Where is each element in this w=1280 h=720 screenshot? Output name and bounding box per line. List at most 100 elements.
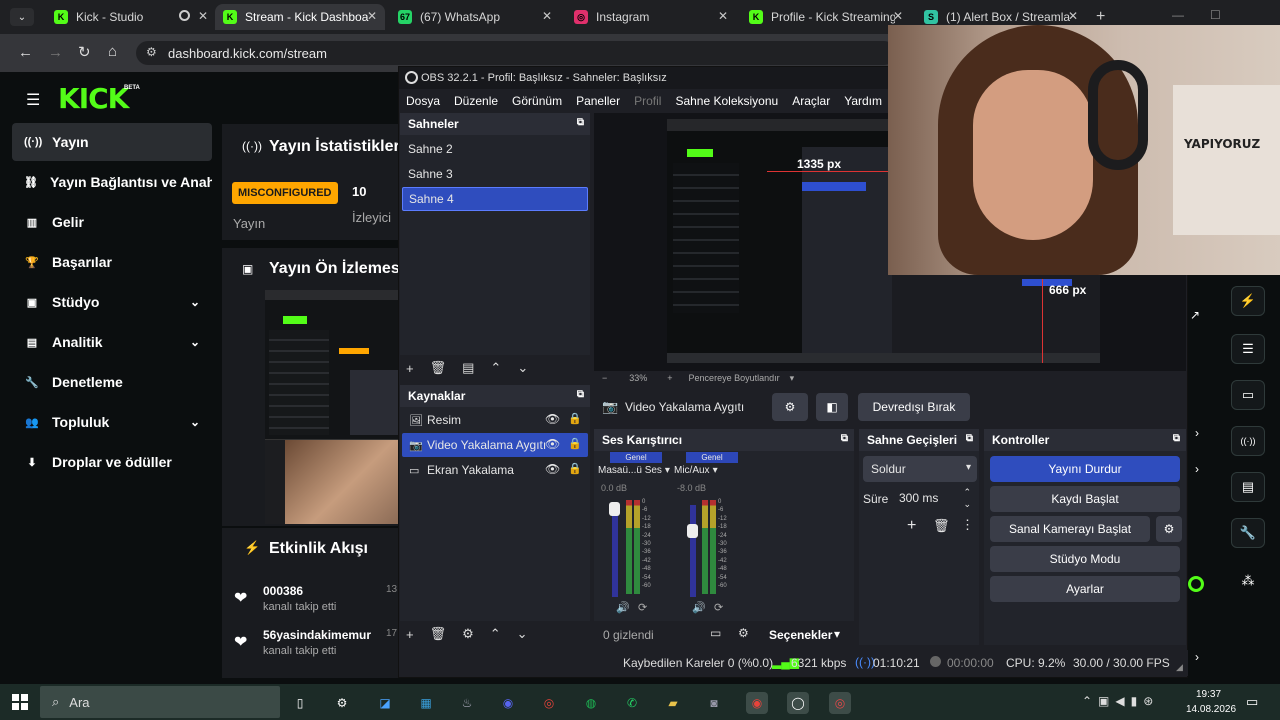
speaker-icon[interactable]: 🔊 [616, 601, 630, 614]
control-button-5[interactable]: Ayarlar [990, 576, 1180, 602]
duration-stepper-icon[interactable]: ⌃ ⌄ [963, 486, 971, 510]
add-transition-icon[interactable]: + [907, 517, 916, 535]
obs-menu-item[interactable]: Profil [627, 94, 668, 108]
move-down-icon[interactable]: ⌄ [517, 360, 528, 376]
visibility-icon[interactable]: 👁 [545, 437, 560, 451]
back-icon[interactable]: ← [18, 44, 33, 61]
forward-icon[interactable]: → [48, 44, 63, 61]
rail-button-7[interactable]: ⁂ [1231, 566, 1265, 596]
rail-chevron-1-icon[interactable]: › [1195, 426, 1199, 440]
obs-menu-item[interactable]: Araçlar [785, 94, 837, 108]
sources-undock-icon[interactable]: ⧉ [577, 389, 584, 400]
notification-icon[interactable]: ▭ [1246, 694, 1258, 710]
reload-icon[interactable]: ↻ [78, 43, 91, 61]
mixer-settings-icon[interactable]: ⚙ [738, 626, 749, 640]
activity-user[interactable]: 56yasindakimemur [263, 628, 371, 642]
tab-close-icon[interactable]: ✕ [542, 9, 552, 23]
rail-button-5[interactable]: ▤ [1231, 472, 1265, 502]
stream-preview-video[interactable] [265, 290, 400, 524]
taskbar-app-icon-14[interactable]: ◎ [829, 692, 851, 714]
tray-icons[interactable]: ⌃▣◀▮⊛ [1082, 694, 1159, 708]
mixer-options-button[interactable]: Seçenekler [769, 628, 832, 642]
sidebar-item-8[interactable]: 👥 Topluluk ⌄ [12, 403, 212, 441]
mixer-layout-icon[interactable]: ▭ [710, 626, 721, 640]
deactivate-button[interactable]: Devredışı Bırak [858, 393, 970, 421]
speaker-icon[interactable]: 🔊 [692, 601, 706, 614]
hamburger-menu-icon[interactable]: ☰ [26, 90, 40, 110]
zoom-out-icon[interactable]: − [602, 373, 607, 383]
remove-source-icon[interactable]: 🗑 [430, 626, 447, 642]
source-item[interactable]: 📷 Video Yakalama Aygıtı 👁 🔒 [402, 433, 588, 457]
fit-window-label[interactable]: Pencereye Boyutlandır [689, 373, 780, 383]
lock-icon[interactable]: 🔒 [568, 437, 582, 450]
obs-menu-item[interactable]: Dosya [399, 94, 447, 108]
fit-dropdown-icon[interactable]: ▾ [790, 373, 795, 384]
transitions-undock-icon[interactable]: ⧉ [966, 433, 973, 444]
taskbar-app-icon-7[interactable]: ◎ [538, 692, 560, 714]
taskbar-app-icon-12[interactable]: ◉ [746, 692, 768, 714]
rail-chevron-2-icon[interactable]: › [1195, 462, 1199, 476]
remove-scene-icon[interactable]: 🗑 [430, 360, 447, 376]
rail-button-2[interactable]: ☰ [1231, 334, 1265, 364]
visibility-icon[interactable]: 👁 [545, 462, 560, 476]
source-item[interactable]: ▭ Ekran Yakalama 👁 🔒 [402, 458, 588, 482]
obs-menu-item[interactable]: Paneller [569, 94, 627, 108]
tab-close-icon[interactable]: ✕ [718, 9, 728, 23]
taskbar-app-icon-6[interactable]: ◉ [497, 692, 519, 714]
volume-fader-handle[interactable] [609, 502, 620, 516]
lock-icon[interactable]: 🔒 [568, 412, 582, 425]
control-button-1[interactable]: Yayını Durdur [990, 456, 1180, 482]
browser-tab-3[interactable]: 67 (67) WhatsApp ✕ [390, 4, 560, 30]
window-maximize-button[interactable]: ☐ [1210, 8, 1221, 22]
resize-grip-icon[interactable]: ◢ [1176, 662, 1183, 673]
tab-close-icon[interactable]: ✕ [1068, 9, 1078, 23]
rail-button-6[interactable]: 🔧 [1231, 518, 1265, 548]
visibility-icon[interactable]: 👁 [545, 412, 560, 426]
taskbar-app-icon-5[interactable]: ♨ [456, 692, 478, 714]
taskbar-app-icon-1[interactable]: ▯ [289, 692, 311, 714]
rail-button-3[interactable]: ▭ [1231, 380, 1265, 410]
move-up-icon[interactable]: ⌃ [490, 360, 501, 376]
mixer-undock-icon[interactable]: ⧉ [841, 433, 848, 444]
sidebar-item-3[interactable]: ▥ Gelir [12, 203, 212, 241]
add-scene-icon[interactable]: + [406, 361, 414, 376]
lock-icon[interactable]: 🔒 [568, 462, 582, 475]
transition-select[interactable]: Soldur ▾ [863, 456, 977, 482]
taskbar-app-icon-13[interactable]: ◯ [787, 692, 809, 714]
taskbar-app-icon-9[interactable]: ✆ [621, 692, 643, 714]
mixer-channel-name[interactable]: Mic/Aux ▾ [674, 465, 746, 476]
tab-close-icon[interactable]: ✕ [367, 9, 377, 23]
source-up-icon[interactable]: ⌃ [490, 626, 501, 642]
browser-tab-5[interactable]: K Profile - Kick Streaming ✕ [741, 4, 911, 30]
scene-item[interactable]: Sahne 3 [402, 162, 588, 186]
taskbar-app-icon-4[interactable]: ▦ [415, 692, 437, 714]
scene-item[interactable]: Sahne 2 [402, 137, 588, 161]
new-tab-button[interactable]: + [1096, 8, 1105, 26]
scene-item[interactable]: Sahne 4 [402, 187, 588, 211]
obs-menu-item[interactable]: Yardım [837, 94, 889, 108]
duration-input[interactable]: 300 ms ⌃ ⌄ [893, 486, 975, 510]
scenes-undock-icon[interactable]: ⧉ [577, 117, 584, 128]
rail-button-4[interactable]: ((·)) [1231, 426, 1265, 456]
options-dropdown-icon[interactable]: ▾ [834, 627, 840, 641]
remove-transition-icon[interactable]: 🗑 [933, 518, 950, 534]
control-button-3[interactable]: Sanal Kamerayı Başlat [990, 516, 1150, 542]
channel-settings-icon[interactable]: ⟳ [714, 601, 723, 614]
scene-filter-icon[interactable]: ▤ [462, 360, 474, 376]
mixer-channel-name[interactable]: Masaü...ü Ses ▾ [598, 465, 670, 476]
source-down-icon[interactable]: ⌄ [517, 626, 528, 642]
add-source-icon[interactable]: + [406, 627, 414, 642]
sidebar-item-9[interactable]: ⬇ Droplar ve ödüller [12, 443, 212, 481]
activity-user[interactable]: 000386 [263, 584, 303, 598]
rail-expand-icon[interactable]: ↗ [1190, 308, 1200, 322]
sidebar-item-7[interactable]: 🔧 Denetleme [12, 363, 212, 401]
taskbar-app-icon-11[interactable]: ◙ [703, 692, 725, 714]
controls-undock-icon[interactable]: ⧉ [1173, 433, 1180, 444]
tab-close-icon[interactable]: ✕ [893, 9, 903, 23]
transition-menu-icon[interactable]: ⋮ [961, 517, 974, 533]
browser-tab-2[interactable]: K Stream - Kick Dashboard ✕ [215, 4, 385, 30]
zoom-in-icon[interactable]: + [667, 373, 672, 383]
source-item[interactable]: 🖼 Resim 👁 🔒 [402, 408, 588, 432]
source-properties-button[interactable]: ⚙ [772, 393, 808, 421]
obs-menu-item[interactable]: Görünüm [505, 94, 569, 108]
